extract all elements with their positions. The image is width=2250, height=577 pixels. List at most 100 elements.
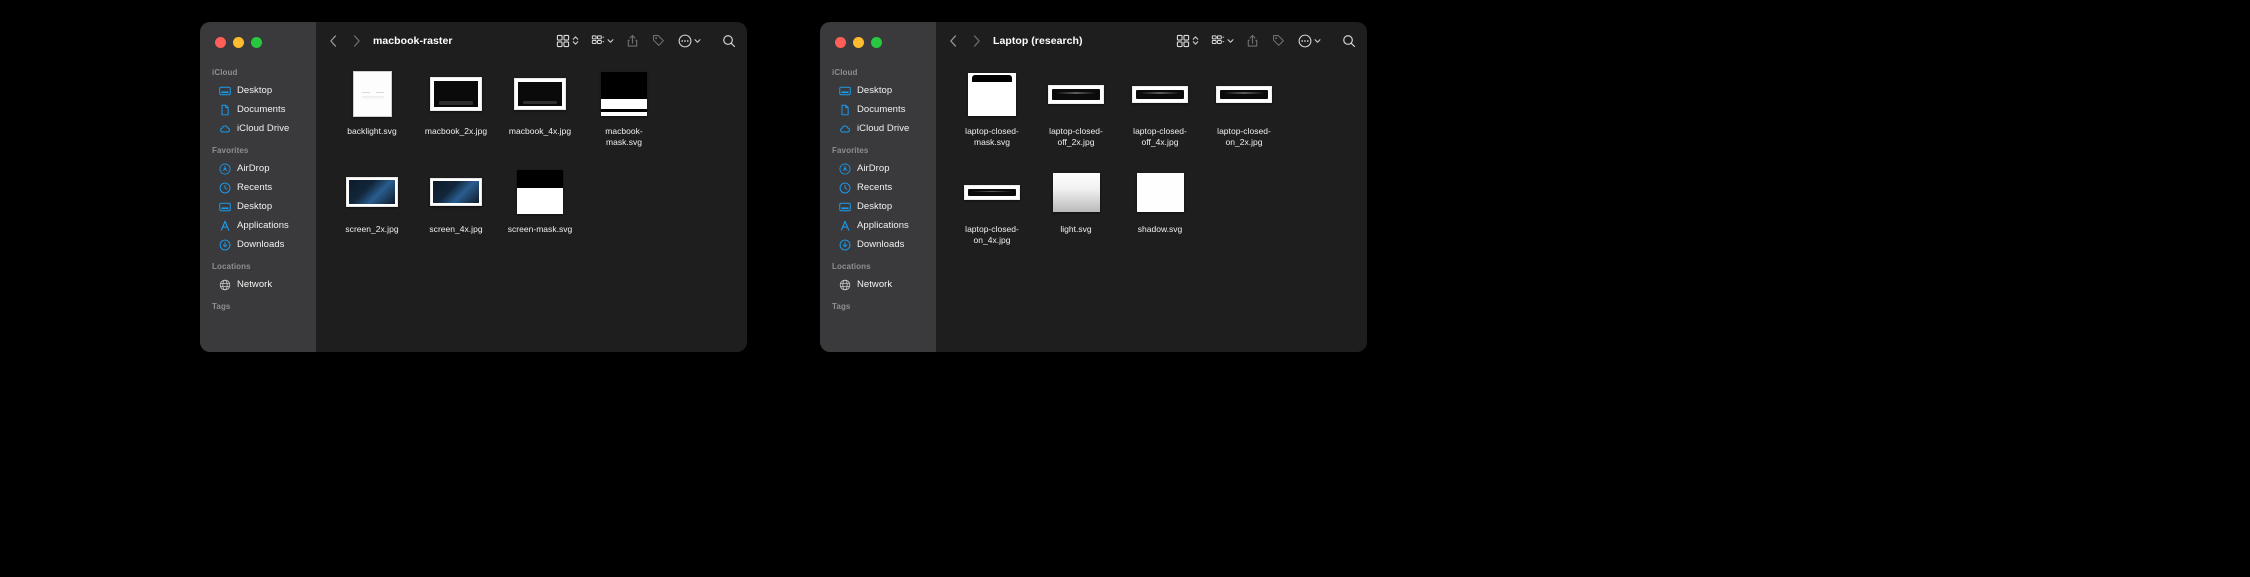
file-thumbnail [508,166,572,218]
sidebar-item-recents[interactable]: Recents [207,178,309,197]
group-by-button[interactable] [590,33,614,48]
share-button[interactable] [1245,33,1260,48]
sidebar-item-label: Applications [237,220,289,231]
file-item[interactable]: screen_4x.jpg [414,166,498,235]
file-item[interactable]: laptop-closed-on_4x.jpg [950,166,1034,246]
cloud-icon [219,123,231,135]
sidebar-group-title: Favorites [212,146,249,155]
group-by-button[interactable] [1210,33,1234,48]
sort-chevrons-icon [572,36,579,46]
window-title: macbook-raster [373,34,453,47]
file-item[interactable]: macbook_2x.jpg [414,68,498,148]
forward-button[interactable] [969,33,983,49]
sort-chevrons-icon [1192,36,1199,46]
sidebar-group-title: Locations [832,262,871,271]
file-item[interactable]: screen_2x.jpg [330,166,414,235]
file-item[interactable]: laptop-closed-mask.svg [950,68,1034,148]
file-item[interactable]: shadow.svg [1118,166,1202,246]
sidebar-item-desktop[interactable]: Desktop [827,81,929,100]
search-button[interactable] [1341,33,1356,48]
sidebar-item-label: Desktop [857,85,893,96]
sidebar-item-label: AirDrop [237,163,270,174]
forward-button[interactable] [349,33,363,49]
file-item[interactable]: backlight.svg [330,68,414,148]
file-item[interactable]: laptop-closed-on_2x.jpg [1202,68,1286,148]
view-mode-button[interactable] [1175,33,1199,48]
sidebar-item-documents[interactable]: Documents [207,100,309,119]
zoom-button[interactable] [871,37,882,48]
sidebar-item-airdrop[interactable]: AirDrop [207,159,309,178]
sidebar-item-applications[interactable]: Applications [827,216,929,235]
sidebar-item-desktop[interactable]: Desktop [207,81,309,100]
desktop-icon [219,85,231,97]
share-button[interactable] [625,33,640,48]
file-thumbnail [1044,166,1108,218]
sidebar-group-title: Favorites [832,146,869,155]
sidebar-item-label: Documents [857,104,906,115]
group-view-icon [590,33,605,48]
file-item[interactable]: light.svg [1034,166,1118,246]
file-name-label: macbook_4x.jpg [508,126,572,136]
traffic-lights[interactable] [820,22,936,48]
search-icon [1341,33,1356,48]
file-item[interactable]: screen-mask.svg [498,166,582,235]
more-ellipsis-icon [677,33,692,48]
nav-buttons [326,33,363,49]
sidebar-item-icloud-drive[interactable]: iCloud Drive [827,119,929,138]
back-button[interactable] [326,33,340,49]
sidebar-item-network[interactable]: Network [827,275,929,294]
zoom-button[interactable] [251,37,262,48]
search-button[interactable] [721,33,736,48]
sidebar-item-label: iCloud Drive [857,123,910,134]
sidebar-item-applications[interactable]: Applications [207,216,309,235]
nav-buttons [946,33,983,49]
sidebar-item-desktop[interactable]: Desktop [207,197,309,216]
minimize-button[interactable] [853,37,864,48]
tag-icon [651,33,666,48]
file-thumbnail [424,166,488,218]
traffic-lights[interactable] [200,22,316,48]
sidebar-item-label: iCloud Drive [237,123,290,134]
file-name-label: laptop-closed-off_4x.jpg [1133,126,1187,147]
view-mode-button[interactable] [555,33,579,48]
file-thumbnail [340,68,404,120]
sidebar-item-airdrop[interactable]: AirDrop [827,159,929,178]
tag-button[interactable] [1271,33,1286,48]
content-pane: macbook-raster backlight.svg macbook_2x.… [316,22,747,352]
sidebar-item-icloud-drive[interactable]: iCloud Drive [207,119,309,138]
toolbar-actions [544,33,736,48]
sidebar-item-documents[interactable]: Documents [827,100,929,119]
sidebar-item-label: Documents [237,104,286,115]
file-item[interactable]: laptop-closed-off_2x.jpg [1034,68,1118,148]
chevron-down-icon [607,36,614,46]
desktop-background: iCloud Desktop Documents iCloud Drive Fa… [0,0,2250,577]
file-thumbnail [960,68,1024,120]
file-item[interactable]: macbook-mask.svg [582,68,666,148]
sidebar-item-recents[interactable]: Recents [827,178,929,197]
file-name-label: light.svg [1060,224,1092,234]
sidebar-item-label: AirDrop [857,163,890,174]
close-button[interactable] [835,37,846,48]
network-globe-icon [839,279,851,291]
finder-window-macbook-raster[interactable]: iCloud Desktop Documents iCloud Drive Fa… [200,22,747,352]
back-button[interactable] [946,33,960,49]
finder-window-laptop-research[interactable]: iCloud Desktop Documents iCloud Drive Fa… [820,22,1367,352]
sidebar-item-downloads[interactable]: Downloads [207,235,309,254]
window-title: Laptop (research) [993,34,1083,47]
close-button[interactable] [215,37,226,48]
tag-button[interactable] [651,33,666,48]
sidebar-item-network[interactable]: Network [207,275,309,294]
sidebar-item-downloads[interactable]: Downloads [827,235,929,254]
more-actions-button[interactable] [1297,33,1321,48]
applications-icon [839,220,851,232]
file-item[interactable]: macbook_4x.jpg [498,68,582,148]
downloads-icon [219,239,231,251]
sidebar-item-desktop[interactable]: Desktop [827,197,929,216]
file-name-label: screen-mask.svg [507,224,573,234]
minimize-button[interactable] [233,37,244,48]
file-item[interactable]: laptop-closed-off_4x.jpg [1118,68,1202,148]
toolbar: Laptop (research) [936,22,1367,59]
file-name-label: screen_4x.jpg [429,224,483,234]
more-actions-button[interactable] [677,33,701,48]
sidebar-item-label: Network [857,279,893,290]
